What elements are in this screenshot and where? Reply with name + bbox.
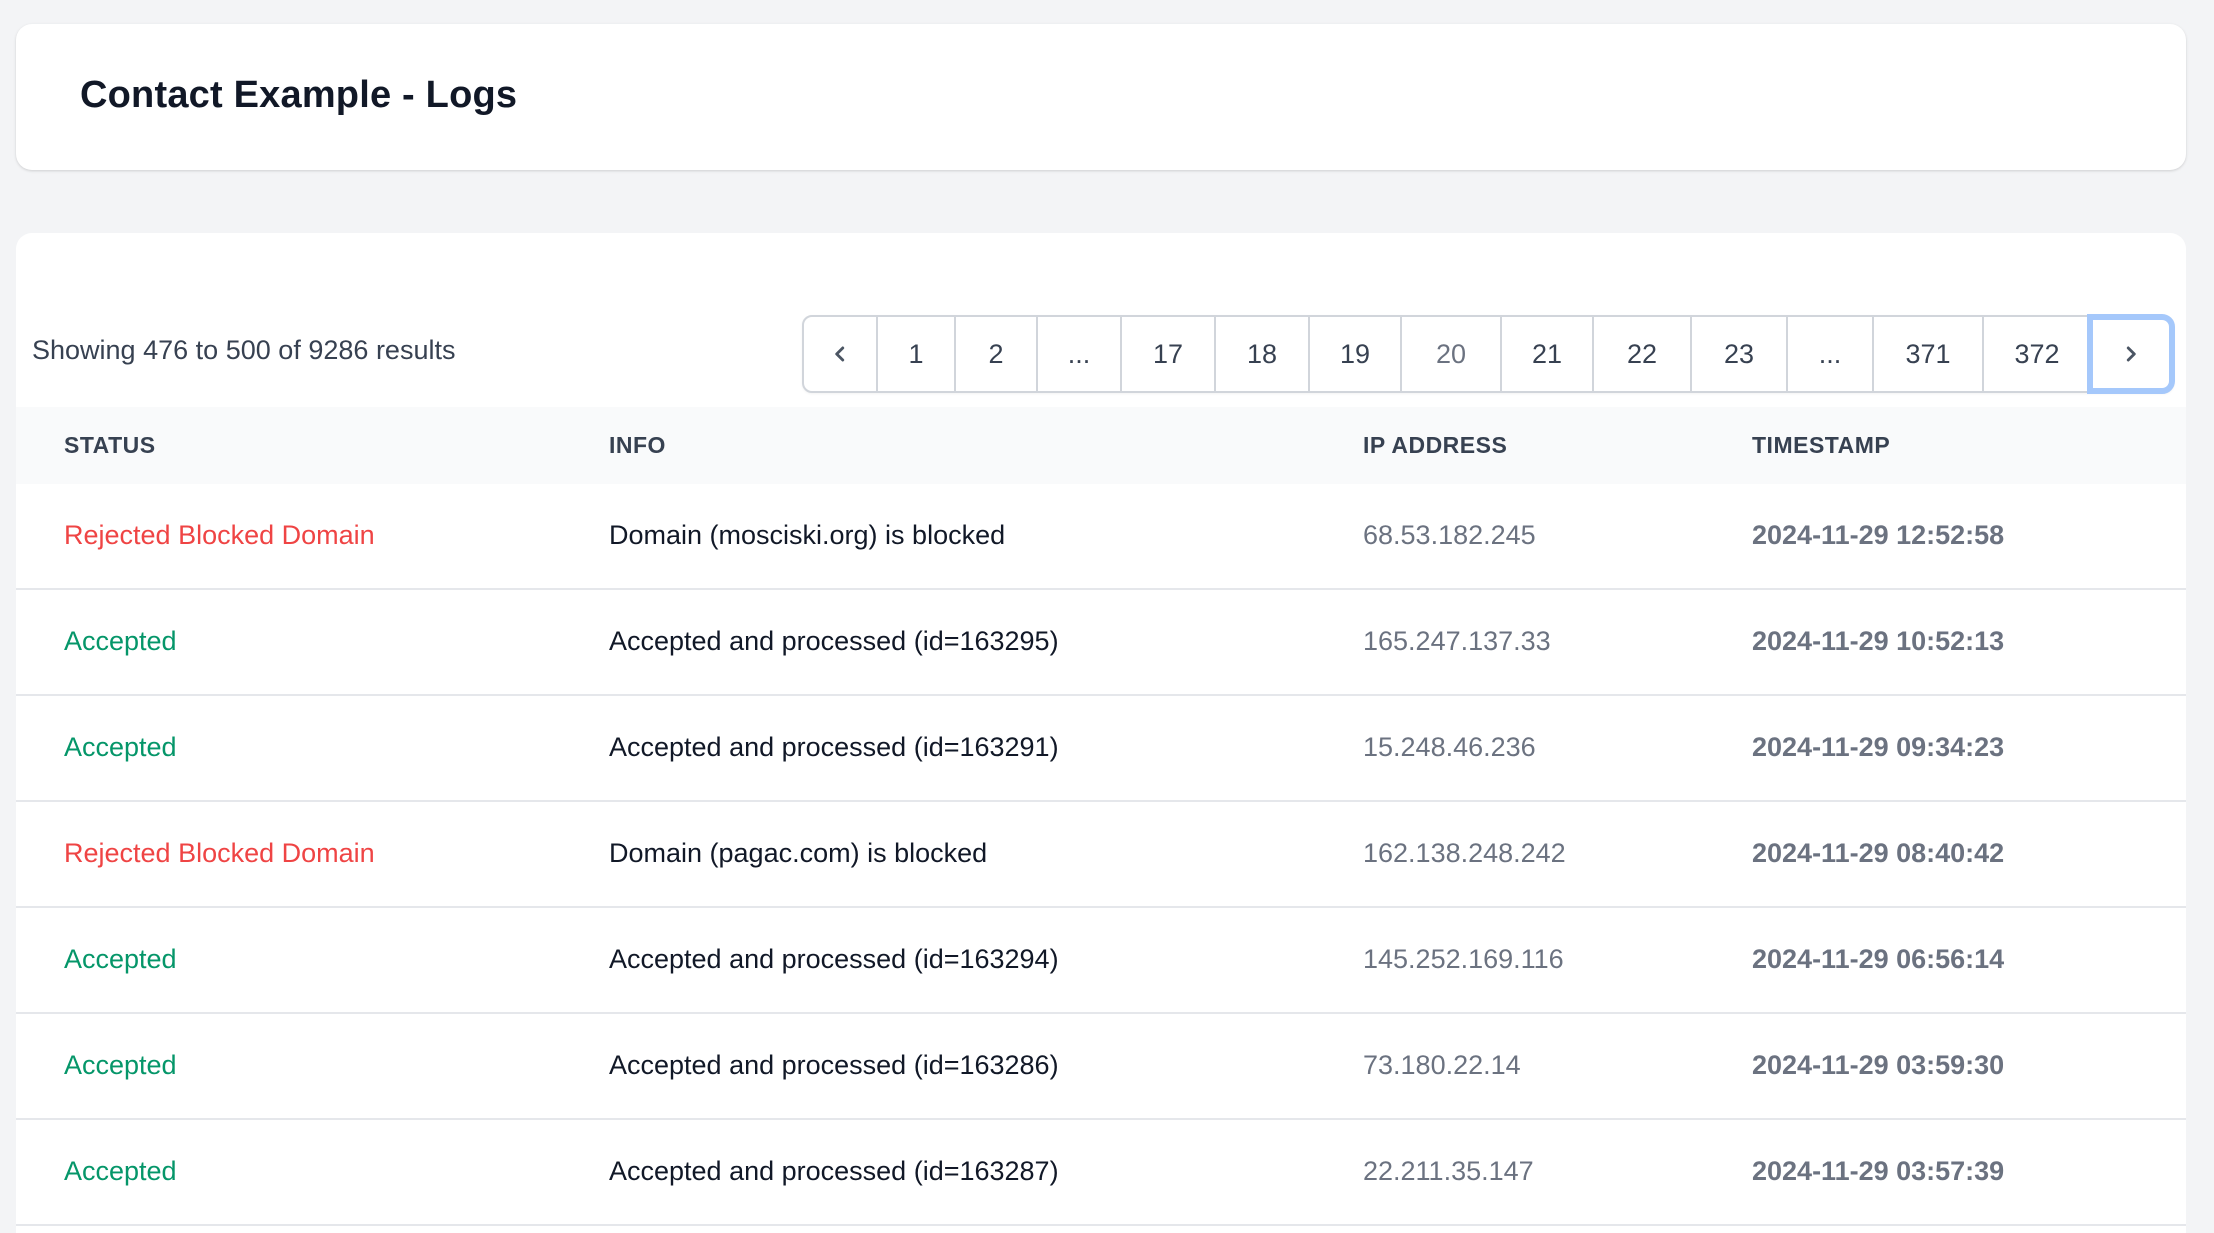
page-button[interactable]: 22 [1592, 317, 1690, 391]
previous-page-button[interactable] [804, 317, 876, 391]
timestamp: 2024-11-29 03:59:30 [1752, 1050, 2005, 1080]
column-header-info[interactable]: INFO [609, 432, 666, 459]
status-text: Rejected Blocked Domain [64, 520, 375, 550]
status-text: Accepted [64, 626, 177, 656]
table-row: Accepted Accepted and processed (id=16329… [16, 590, 2186, 696]
summary-to-word: to [195, 335, 219, 365]
column-header-ip-address[interactable]: IP ADDRESS [1363, 432, 1507, 459]
ip-address: 162.138.248.242 [1363, 838, 1566, 868]
column-header-status[interactable]: STATUS [64, 432, 156, 459]
table-row: Rejected Blocked Domain Domain (pagac.com… [16, 802, 2186, 908]
ip-address: 68.53.182.245 [1363, 520, 1536, 550]
timestamp: 2024-11-29 08:40:42 [1752, 838, 2005, 868]
logs-card: Showing 476 to 500 of 9286 results 1 2...… [16, 233, 2186, 1233]
info-text: Accepted and processed (id=163287) [609, 1156, 1059, 1186]
status-text: Accepted [64, 944, 177, 974]
summary-of-word: of [278, 335, 301, 365]
page-button[interactable]: 1 [876, 317, 954, 391]
ip-address: 165.247.137.33 [1363, 626, 1551, 656]
timestamp: 2024-11-29 09:34:23 [1752, 732, 2005, 762]
info-text: Accepted and processed (id=163286) [609, 1050, 1059, 1080]
status-text: Accepted [64, 1156, 177, 1186]
timestamp: 2024-11-29 10:52:13 [1752, 626, 2005, 656]
page-button[interactable]: 371 [1872, 317, 1982, 391]
next-page-button[interactable] [2087, 314, 2175, 394]
info-text: Domain (mosciski.org) is blocked [609, 520, 1006, 550]
page-button[interactable]: 21 [1500, 317, 1592, 391]
ip-address: 15.248.46.236 [1363, 732, 1536, 762]
status-text: Rejected Blocked Domain [64, 838, 375, 868]
table-row: Accepted Accepted and processed (id=16329… [16, 696, 2186, 802]
info-text: Accepted and processed (id=163295) [609, 626, 1059, 656]
page-button[interactable]: 18 [1214, 317, 1308, 391]
info-text: Accepted and processed (id=163294) [609, 944, 1059, 974]
page-button[interactable]: 19 [1308, 317, 1400, 391]
chevron-right-icon [2126, 346, 2136, 362]
pagination: 1 2... 17 18 19 20 21 22 23... 371 372 [802, 314, 2175, 394]
chevron-left-icon [835, 346, 845, 362]
table-row: Accepted Accepted and processed (id=16328… [16, 1014, 2186, 1120]
pagination-ellipsis: ... [1786, 317, 1872, 391]
summary-from: 476 [143, 335, 189, 365]
current-page-button[interactable]: 20 [1400, 317, 1500, 391]
info-text: Domain (pagac.com) is blocked [609, 838, 988, 868]
status-text: Accepted [64, 1050, 177, 1080]
log-table-body: Rejected Blocked Domain Domain (mosciski.… [16, 484, 2186, 1226]
ip-address: 145.252.169.116 [1363, 944, 1564, 974]
page-button[interactable]: 372 [1982, 317, 2090, 391]
timestamp: 2024-11-29 12:52:58 [1752, 520, 2005, 550]
summary-prefix: Showing [32, 335, 136, 365]
page-button[interactable]: 2 [954, 317, 1036, 391]
table-row: Accepted Accepted and processed (id=16328… [16, 1120, 2186, 1226]
timestamp: 2024-11-29 03:57:39 [1752, 1156, 2005, 1186]
page-header-card: Contact Example - Logs [16, 24, 2186, 170]
table-row: Accepted Accepted and processed (id=16329… [16, 908, 2186, 1014]
status-text: Accepted [64, 732, 177, 762]
timestamp: 2024-11-29 06:56:14 [1752, 944, 2005, 974]
info-text: Accepted and processed (id=163291) [609, 732, 1059, 762]
table-header: STATUS INFO IP ADDRESS TIMESTAMP [16, 407, 2186, 484]
table-row: Rejected Blocked Domain Domain (mosciski.… [16, 484, 2186, 590]
ip-address: 73.180.22.14 [1363, 1050, 1521, 1080]
ip-address: 22.211.35.147 [1363, 1156, 1534, 1186]
page-button[interactable]: 23 [1690, 317, 1786, 391]
pagination-ellipsis: ... [1036, 317, 1120, 391]
summary-suffix: results [375, 335, 456, 365]
results-summary: Showing 476 to 500 of 9286 results [32, 335, 455, 366]
summary-to: 500 [225, 335, 271, 365]
page-button[interactable]: 17 [1120, 317, 1214, 391]
page-title: Contact Example - Logs [80, 74, 518, 116]
column-header-timestamp[interactable]: TIMESTAMP [1752, 432, 1890, 459]
summary-total: 9286 [308, 335, 369, 365]
